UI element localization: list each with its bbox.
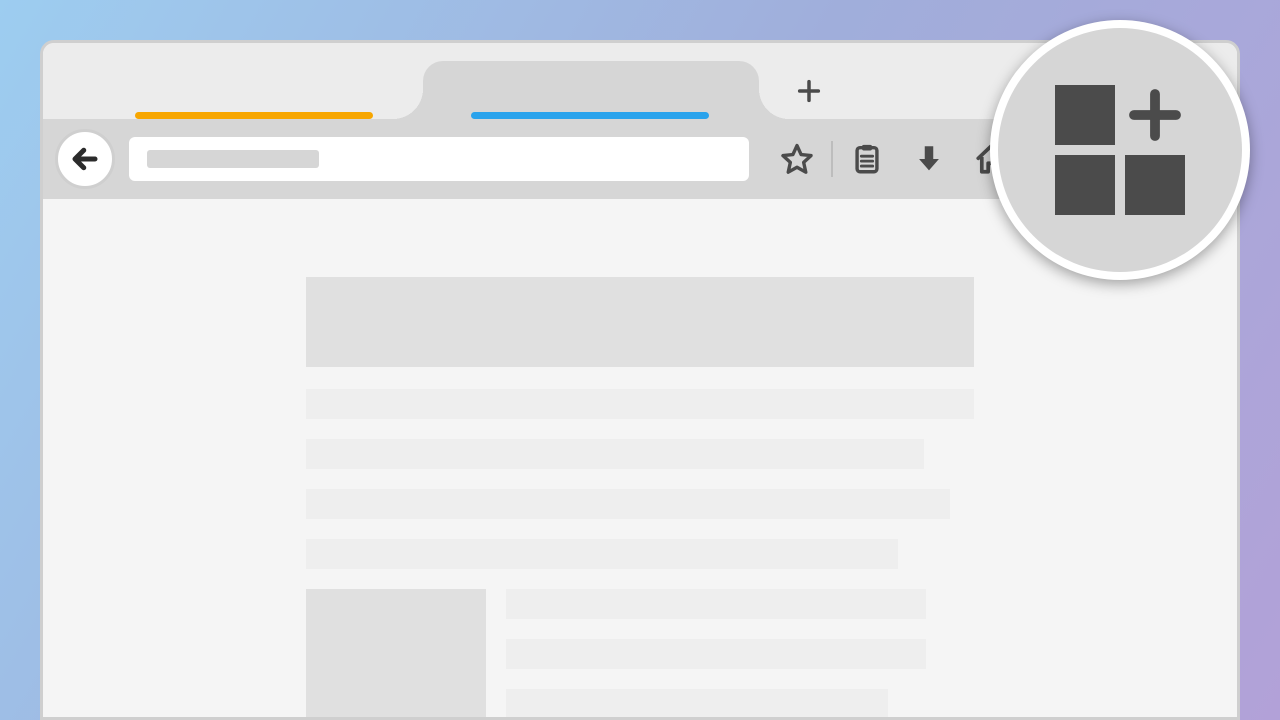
star-icon <box>780 142 814 176</box>
toolbar-icons <box>779 141 1009 177</box>
content-thumbnail <box>306 589 486 720</box>
tab-accent-inactive <box>135 112 373 119</box>
back-button[interactable] <box>55 129 115 189</box>
tab-active[interactable] <box>423 61 759 119</box>
plus-icon <box>795 77 823 105</box>
apps-square-icon <box>1125 155 1185 215</box>
reading-list-button[interactable] <box>849 141 885 177</box>
content-line <box>306 439 924 469</box>
content-hero <box>306 277 974 367</box>
download-arrow-icon <box>912 142 946 176</box>
arrow-left-icon <box>70 144 100 174</box>
apps-grid-icon[interactable] <box>1055 85 1185 215</box>
content-line <box>506 589 926 619</box>
content-row <box>306 589 974 720</box>
content-line <box>506 689 888 719</box>
clipboard-icon <box>850 142 884 176</box>
content-row-lines <box>506 589 974 720</box>
content-line <box>306 539 898 569</box>
toolbar-separator <box>831 141 833 177</box>
apps-square-icon <box>1055 155 1115 215</box>
bookmark-button[interactable] <box>779 141 815 177</box>
tab-inactive[interactable] <box>87 61 423 119</box>
content-line <box>306 489 950 519</box>
callout-magnifier <box>990 20 1250 280</box>
content-line <box>306 389 974 419</box>
url-bar[interactable] <box>129 137 749 181</box>
page-content <box>43 199 1237 720</box>
content-column <box>306 277 974 720</box>
tab-accent-active <box>471 112 709 119</box>
apps-square-icon <box>1055 85 1115 145</box>
content-line <box>506 639 926 669</box>
url-placeholder <box>147 150 319 168</box>
apps-add-icon <box>1125 85 1185 145</box>
callout-inner <box>998 28 1242 272</box>
downloads-button[interactable] <box>911 141 947 177</box>
new-tab-button[interactable] <box>791 73 827 109</box>
